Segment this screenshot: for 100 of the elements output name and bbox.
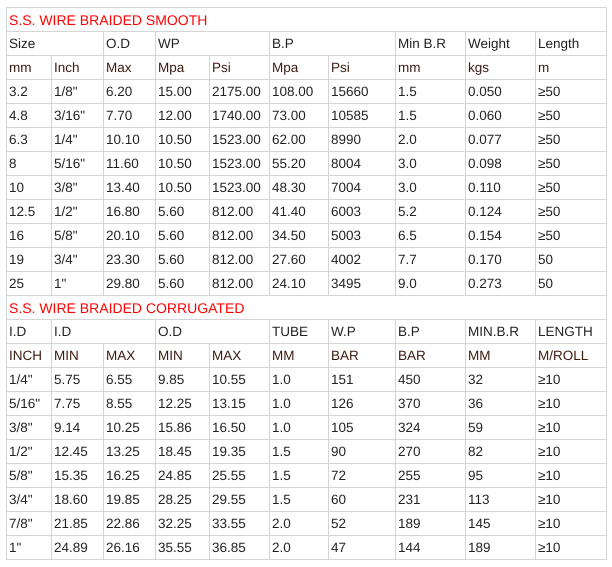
table-cell: 0.098 — [466, 152, 536, 176]
column-header: Weight — [466, 32, 536, 56]
table-cell: 5.60 — [156, 224, 210, 248]
table-cell: 113 — [466, 488, 536, 512]
column-header: Min B.R — [396, 32, 466, 56]
table-cell: 20.10 — [104, 224, 156, 248]
unit-header: M/ROLL — [536, 344, 607, 368]
table-cell: 10585 — [328, 104, 396, 128]
table-cell: 10.50 — [156, 128, 210, 152]
column-header: WP — [156, 32, 270, 56]
table-cell: 19 — [6, 248, 52, 272]
column-header: Size — [6, 32, 104, 56]
table-cell: 3495 — [328, 272, 396, 296]
unit-header: INCH — [6, 344, 52, 368]
column-header: W.P — [328, 320, 396, 344]
table-cell: 1.5 — [270, 440, 328, 464]
table-cell: 36 — [466, 392, 536, 416]
table-cell: 189 — [466, 536, 536, 560]
table-cell: 0.060 — [466, 104, 536, 128]
table-cell: ≥50 — [536, 80, 607, 104]
table-cell: ≥50 — [536, 224, 607, 248]
table-cell: 145 — [466, 512, 536, 536]
table-cell: 35.55 — [156, 536, 210, 560]
table-cell: 255 — [396, 464, 466, 488]
table-cell: 0.170 — [466, 248, 536, 272]
table-cell: 10.10 — [104, 128, 156, 152]
table-cell: 29.80 — [104, 272, 156, 296]
table-cell: 5.60 — [156, 272, 210, 296]
table-cell: 7004 — [328, 176, 396, 200]
table-cell: 1740.00 — [210, 104, 270, 128]
unit-header: Mpa — [270, 56, 328, 80]
table-cell: 1.5 — [270, 464, 328, 488]
table-cell: 50 — [536, 248, 607, 272]
column-header: Length — [536, 32, 607, 56]
table-cell: 5003 — [328, 224, 396, 248]
table-cell: 151 — [328, 368, 396, 392]
table-cell: 1523.00 — [210, 128, 270, 152]
table-cell: 9.14 — [52, 416, 104, 440]
table-cell: 5.60 — [156, 248, 210, 272]
table-cell: ≥10 — [536, 392, 607, 416]
table-cell: 1" — [6, 536, 52, 560]
table-cell: 7.7 — [396, 248, 466, 272]
table-cell: 32.25 — [156, 512, 210, 536]
table-cell: 8004 — [328, 152, 396, 176]
table-cell: 21.85 — [52, 512, 104, 536]
table-cell: 18.45 — [156, 440, 210, 464]
table-cell: 2.0 — [396, 128, 466, 152]
column-header: LENGTH — [536, 320, 607, 344]
unit-header: BAR — [328, 344, 396, 368]
table-cell: 18.60 — [52, 488, 104, 512]
table-cell: 3/8" — [6, 416, 52, 440]
table-cell: 6003 — [328, 200, 396, 224]
table-cell: 24.89 — [52, 536, 104, 560]
table-cell: 28.25 — [156, 488, 210, 512]
unit-header: MAX — [210, 344, 270, 368]
table-cell: 8 — [6, 152, 52, 176]
unit-header: MIN — [156, 344, 210, 368]
table-cell: 48.30 — [270, 176, 328, 200]
unit-header: mm — [6, 56, 52, 80]
table-cell: 1.5 — [396, 104, 466, 128]
table-cell: 0.154 — [466, 224, 536, 248]
table-cell: 2175.00 — [210, 80, 270, 104]
table-cell: 59 — [466, 416, 536, 440]
table-cell: 0.273 — [466, 272, 536, 296]
table-cell: 812.00 — [210, 248, 270, 272]
table-cell: 3/4" — [6, 488, 52, 512]
table-cell: ≥10 — [536, 512, 607, 536]
table-cell: 29.55 — [210, 488, 270, 512]
table-cell: 4002 — [328, 248, 396, 272]
column-header: MIN.B.R — [466, 320, 536, 344]
column-header: O.D — [156, 320, 270, 344]
unit-header: m — [536, 56, 607, 80]
table-cell: ≥10 — [536, 488, 607, 512]
unit-header: mm — [396, 56, 466, 80]
table-cell: 32 — [466, 368, 536, 392]
table-cell: 62.00 — [270, 128, 328, 152]
table-cell: 36.85 — [210, 536, 270, 560]
table-cell: 23.30 — [104, 248, 156, 272]
table-cell: 12.00 — [156, 104, 210, 128]
table-cell: 52 — [328, 512, 396, 536]
table-cell: 9.85 — [156, 368, 210, 392]
table-cell: 5.60 — [156, 200, 210, 224]
unit-header: Inch — [52, 56, 104, 80]
table-cell: 126 — [328, 392, 396, 416]
table-cell: 1/4" — [6, 368, 52, 392]
table-cell: 6.5 — [396, 224, 466, 248]
table-cell: ≥10 — [536, 464, 607, 488]
table-cell: 34.50 — [270, 224, 328, 248]
table-cell: 5/16" — [6, 392, 52, 416]
table-cell: 1/8" — [52, 80, 104, 104]
table-cell: 812.00 — [210, 272, 270, 296]
table-cell: 370 — [396, 392, 466, 416]
column-header: I.D — [52, 320, 156, 344]
table-cell: 3/8" — [52, 176, 104, 200]
table-cell: 231 — [396, 488, 466, 512]
unit-header: Psi — [210, 56, 270, 80]
unit-header: MM — [466, 344, 536, 368]
table-cell: 108.00 — [270, 80, 328, 104]
table-cell: 25.55 — [210, 464, 270, 488]
table-cell: 12.45 — [52, 440, 104, 464]
